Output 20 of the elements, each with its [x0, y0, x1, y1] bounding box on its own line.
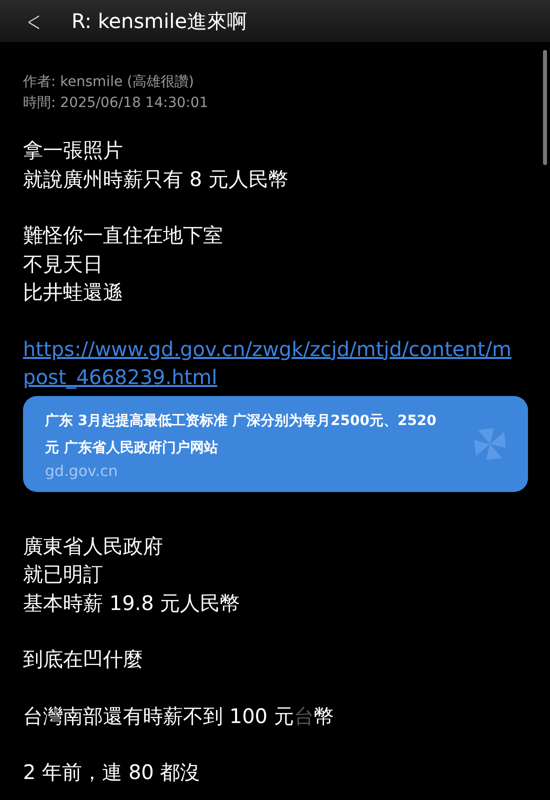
text-line: 不見天日	[23, 250, 104, 278]
time-line: 時間: 2025/06/18 14:30:01	[23, 94, 210, 113]
text-line: 難怪你一直住在地下室	[23, 222, 224, 249]
text-line: 廣東省人民政府	[23, 532, 164, 560]
text-line: 到底在凹什麼	[23, 646, 144, 673]
preview-domain: gd.gov.cn	[45, 462, 119, 480]
text-line: 拿一張照片	[23, 137, 124, 164]
text-line: 台灣南部還有時薪不到 100 元台幣	[23, 702, 335, 730]
back-button[interactable]: <	[24, 4, 44, 38]
text-line: 就說廣州時薪只有 8 元人民幣	[23, 166, 290, 192]
scrollbar[interactable]	[543, 50, 547, 165]
text-line: 就已明訂	[23, 561, 104, 588]
text-line: 2 年前，連 80 都沒	[23, 759, 202, 786]
text-line: 基本時薪 19.8 元人民幣	[23, 590, 242, 616]
link-preview-card[interactable]: 广东 3月起提高最低工资标准 广深分别为每月2500元、2520元 广东省人民政府门户网站 gd.gov.cn	[23, 396, 528, 492]
post-title: R: kensmile進來啊	[71, 8, 248, 34]
url-link[interactable]: https://www.gd.gov.cn/zwgk/zcjd/mtjd/content/mpost_4668239.html	[23, 334, 523, 392]
author-line: 作者: kensmile (高雄很讚)	[23, 73, 195, 92]
text-line: 比井蛙還遜	[23, 279, 124, 306]
preview-title: 广东 3月起提高最低工资标准 广深分别为每月2500元、2520元 广东省人民政府门户网站	[45, 412, 438, 458]
